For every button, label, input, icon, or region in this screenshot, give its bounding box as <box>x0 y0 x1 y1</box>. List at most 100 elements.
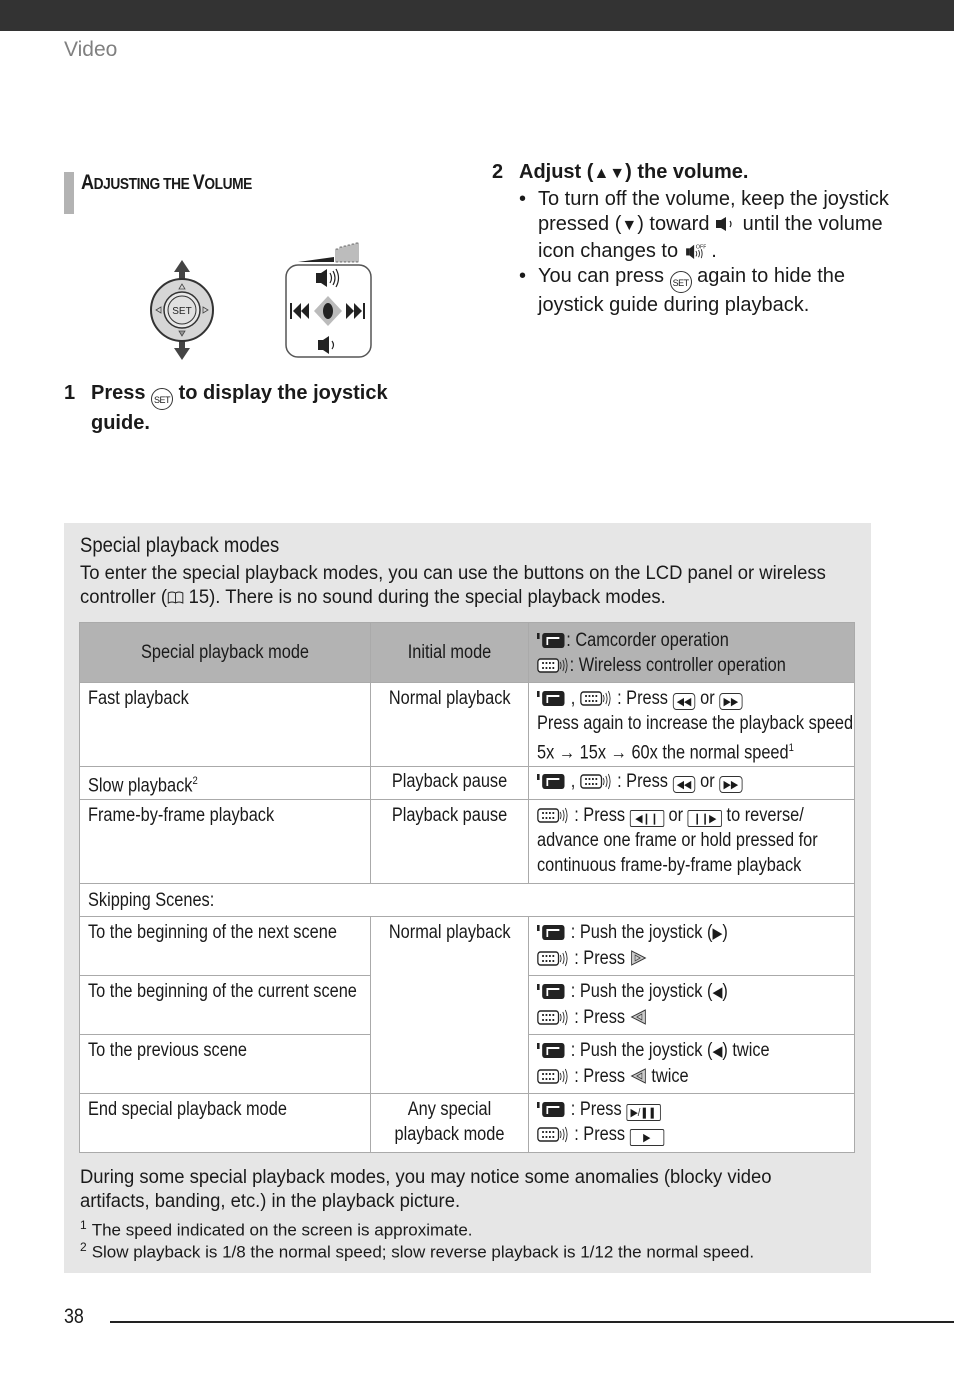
camcorder-icon <box>537 925 565 940</box>
operation-text: : Push the joystick ( <box>566 922 713 943</box>
initial-cell: Any special playback mode <box>370 1093 529 1153</box>
operation-text: : Press <box>612 771 673 792</box>
heading-cap: V <box>192 171 205 194</box>
frame-reverse-key-icon: ◀❙❙ <box>629 810 665 827</box>
mode-text: Slow playback <box>88 775 193 797</box>
mode-cell: To the beginning of the current scene <box>79 975 371 1035</box>
rewind-key-icon: ◀◀ <box>672 693 696 710</box>
mode-text: To the previous scene <box>88 1040 247 1061</box>
header-mode: Special playback mode <box>79 622 371 683</box>
operation-text: : Press <box>566 1099 627 1120</box>
footnote-text: Slow playback is 1/8 the normal speed; s… <box>91 1242 755 1262</box>
fast-forward-key-icon: ▶▶ <box>719 776 743 793</box>
top-bar <box>0 0 954 31</box>
table-section-row: Skipping Scenes: <box>79 883 855 917</box>
camcorder-icon <box>537 1102 565 1117</box>
heading-cap: A <box>81 171 94 194</box>
intro-text: 15). There is no sound during the specia… <box>183 587 666 608</box>
rewind-key-icon: ◀◀ <box>672 776 696 793</box>
footnote-ref: 2 <box>192 775 198 787</box>
operation-cell: : Press ▶/❚❚ : Press ▶ <box>528 1093 855 1153</box>
playback-modes-table: Special playback mode Initial mode : Cam… <box>79 622 855 1153</box>
mode-cell: Frame-by-frame playback <box>79 799 371 884</box>
wireless-controller-icon <box>537 657 568 673</box>
mode-cell: End special playback mode <box>79 1093 371 1153</box>
mode-text: To the beginning of the next scene <box>88 922 337 943</box>
table-row: Slow playback2 Playback pause , : Press … <box>79 766 855 800</box>
step-number: 2 <box>492 161 504 183</box>
initial-text: Any special <box>407 1099 492 1120</box>
joystick-illustration: SET <box>150 260 214 360</box>
initial-cell: Playback pause <box>370 766 529 800</box>
volume-level-bar-icon <box>298 242 359 263</box>
arrow-down-icon: ▼ <box>621 217 638 234</box>
legend-text: : Camcorder operation <box>566 629 729 651</box>
section-heading: ADJUSTING THE VOLUME <box>81 171 252 195</box>
operation-text: ) <box>722 922 728 943</box>
initial-text: playback mode <box>394 1124 505 1145</box>
panel-intro: To enter the special playback modes, you… <box>80 562 837 610</box>
wireless-controller-icon <box>537 807 568 824</box>
table-row: Fast playback Normal playback , : Press … <box>79 682 855 767</box>
footnote: 2 Slow playback is 1/8 the normal speed; … <box>80 1236 754 1264</box>
step-2: 2 Adjust (▲▼) the volume. To turn off the… <box>492 160 892 319</box>
set-button-icon: SET <box>151 388 174 410</box>
operation-text: : Press <box>612 688 673 709</box>
operation-text: to reverse/ <box>722 805 804 826</box>
joystick-left-icon: ◀ <box>712 984 723 1001</box>
header-text: Special playback mode <box>140 642 310 663</box>
camcorder-icon <box>537 774 565 789</box>
camcorder-icon <box>537 632 565 648</box>
fast-forward-key-icon: ▶▶ <box>719 693 743 710</box>
operation-text: or <box>695 688 720 709</box>
operation-cell: : Push the joystick (◀) twice : Press tw… <box>528 1034 855 1094</box>
bullet-item: To turn off the volume, keep the joystic… <box>519 187 892 265</box>
volume-low-icon <box>716 217 732 231</box>
operation-cell: : Push the joystick (◀) : Press <box>528 975 855 1035</box>
operation-text: Press again to increase the playback spe… <box>537 713 854 734</box>
initial-cell: Playback pause <box>370 799 529 884</box>
panel-note: During some special playback modes, you … <box>80 1167 772 1212</box>
operation-cell: : Press ◀❙❙ or ❙❙▶ to reverse/ advance o… <box>528 799 855 884</box>
operation-text: advance one frame or hold pressed for <box>537 830 818 851</box>
operation-text: : Press <box>569 805 630 826</box>
mode-cell: Fast playback <box>79 682 371 767</box>
bullet-text: ) toward <box>637 213 716 235</box>
bullet-text: You can press <box>538 265 670 287</box>
operation-text: : Press <box>569 948 630 969</box>
operation-text: : Push the joystick ( <box>566 981 713 1002</box>
mode-text: Fast playback <box>88 688 189 709</box>
operation-text: : Press <box>569 1124 630 1145</box>
mode-cell: Slow playback2 <box>79 766 371 800</box>
camcorder-icon <box>537 984 565 999</box>
wireless-controller-icon <box>537 1009 568 1026</box>
initial-text: Normal playback <box>388 922 511 943</box>
operation-text: : Push the joystick ( <box>566 1040 713 1061</box>
mode-text: Frame-by-frame playback <box>88 805 275 826</box>
camcorder-icon <box>537 1043 565 1058</box>
operation-text: or <box>695 771 720 792</box>
header-initial: Initial mode <box>370 622 529 683</box>
footnote-ref: 1 <box>788 742 794 754</box>
header-text: Initial mode <box>407 642 492 663</box>
set-button-icon: SET <box>669 271 692 293</box>
page-number: 38 <box>64 1305 84 1328</box>
joystick-left-icon: ◀ <box>712 1043 723 1060</box>
bullet-item: You can press SET again to hide the joys… <box>519 264 892 319</box>
volume-off-icon: OFF <box>685 244 706 259</box>
section-text: Skipping Scenes: <box>88 890 215 911</box>
table-row: To the beginning of the next scene Norma… <box>79 916 855 1094</box>
operation-text: continuous frame-by-frame playback <box>537 855 802 876</box>
step-text: Press <box>91 382 152 404</box>
operation-text: : Press <box>569 1066 630 1087</box>
panel-title: Special playback modes <box>80 534 280 557</box>
operation-cell: , : Press ◀◀ or ▶▶ <box>528 766 855 800</box>
operation-text: : Press <box>569 1007 630 1028</box>
section-label: Video <box>64 38 118 61</box>
mode-cell: To the beginning of the next scene <box>79 916 371 976</box>
table-row: Frame-by-frame playback Playback pause :… <box>79 799 855 884</box>
wireless-controller-icon <box>537 950 568 967</box>
legend-text: : Wireless controller operation <box>569 654 786 676</box>
wireless-controller-icon <box>537 1068 568 1085</box>
up-down-arrows-icon: ▲▼ <box>593 165 626 182</box>
